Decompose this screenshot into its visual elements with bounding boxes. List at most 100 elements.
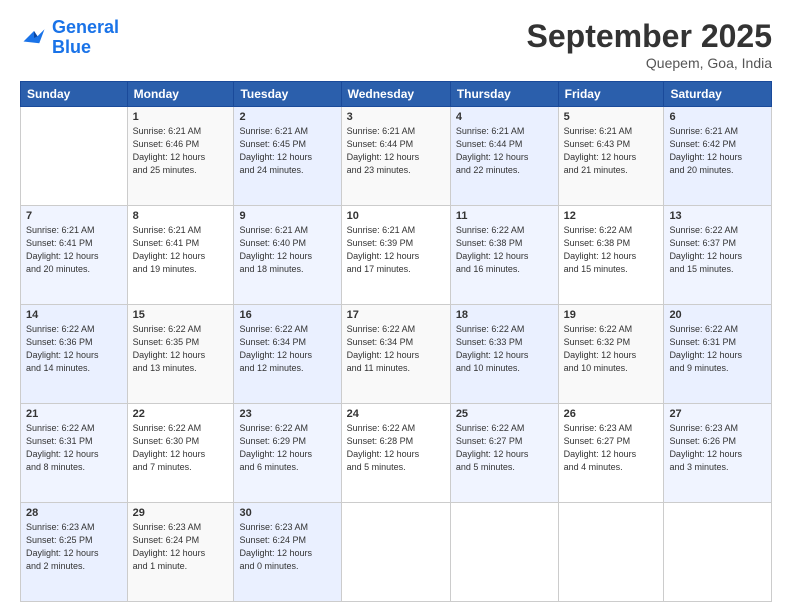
calendar-cell: 2Sunrise: 6:21 AM Sunset: 6:45 PM Daylig…	[234, 107, 341, 206]
calendar-cell: 16 Sunrise: 6:22 AM Sunset: 6:34 PM Dayli…	[234, 305, 341, 404]
day-info: Sunrise: 6:23 AM Sunset: 6:27 PM Dayligh…	[564, 422, 659, 474]
logo-line2: Blue	[52, 38, 119, 58]
day-info: Sunrise: 6:23 AM Sunset: 6:26 PM Dayligh…	[669, 422, 766, 474]
calendar-cell: 23Sunrise: 6:22 AM Sunset: 6:29 PM Dayli…	[234, 404, 341, 503]
header-friday: Friday	[558, 82, 664, 107]
day-info: Sunrise: 6:22 AM Sunset: 6:33 PM Dayligh…	[456, 323, 553, 375]
day-info: Sunrise: 6:23 AM Sunset: 6:24 PM Dayligh…	[133, 521, 229, 573]
day-info: Sunrise: 6:22 AM Sunset: 6:31 PM Dayligh…	[669, 323, 766, 375]
day-number: 29	[133, 507, 229, 519]
calendar-week-1: 7 Sunrise: 6:21 AM Sunset: 6:41 PM Daylig…	[21, 206, 772, 305]
header-saturday: Saturday	[664, 82, 772, 107]
calendar-cell	[450, 503, 558, 602]
day-info: Sunrise: 6:23 AM Sunset: 6:25 PM Dayligh…	[26, 521, 122, 573]
day-info: Sunrise: 6:22 AM Sunset: 6:29 PM Dayligh…	[239, 422, 335, 474]
day-info: Sunrise: 6:21 AM Sunset: 6:46 PM Dayligh…	[133, 125, 229, 177]
day-number: 30	[239, 507, 335, 519]
calendar-cell: 20 Sunrise: 6:22 AM Sunset: 6:31 PM Dayli…	[664, 305, 772, 404]
calendar-week-0: 1Sunrise: 6:21 AM Sunset: 6:46 PM Daylig…	[21, 107, 772, 206]
day-number: 6	[669, 111, 766, 123]
calendar-cell: 21 Sunrise: 6:22 AM Sunset: 6:31 PM Dayli…	[21, 404, 128, 503]
header-sunday: Sunday	[21, 82, 128, 107]
day-info: Sunrise: 6:21 AM Sunset: 6:40 PM Dayligh…	[239, 224, 335, 276]
day-info: Sunrise: 6:22 AM Sunset: 6:37 PM Dayligh…	[669, 224, 766, 276]
calendar-cell: 6 Sunrise: 6:21 AM Sunset: 6:42 PM Daylig…	[664, 107, 772, 206]
calendar-cell: 27 Sunrise: 6:23 AM Sunset: 6:26 PM Dayli…	[664, 404, 772, 503]
day-number: 5	[564, 111, 659, 123]
day-info: Sunrise: 6:21 AM Sunset: 6:43 PM Dayligh…	[564, 125, 659, 177]
day-info: Sunrise: 6:22 AM Sunset: 6:28 PM Dayligh…	[347, 422, 445, 474]
calendar-header-row: Sunday Monday Tuesday Wednesday Thursday…	[21, 82, 772, 107]
header-monday: Monday	[127, 82, 234, 107]
calendar-cell: 8Sunrise: 6:21 AM Sunset: 6:41 PM Daylig…	[127, 206, 234, 305]
calendar-week-2: 14 Sunrise: 6:22 AM Sunset: 6:36 PM Dayli…	[21, 305, 772, 404]
day-info: Sunrise: 6:22 AM Sunset: 6:34 PM Dayligh…	[347, 323, 445, 375]
calendar-cell	[341, 503, 450, 602]
calendar-week-3: 21 Sunrise: 6:22 AM Sunset: 6:31 PM Dayli…	[21, 404, 772, 503]
logo-line1: General	[52, 17, 119, 37]
logo: General Blue	[20, 18, 119, 58]
day-info: Sunrise: 6:22 AM Sunset: 6:32 PM Dayligh…	[564, 323, 659, 375]
calendar-cell: 11Sunrise: 6:22 AM Sunset: 6:38 PM Dayli…	[450, 206, 558, 305]
page: General Blue September 2025 Quepem, Goa,…	[0, 0, 792, 612]
day-number: 20	[669, 309, 766, 321]
calendar-cell: 5 Sunrise: 6:21 AM Sunset: 6:43 PM Daylig…	[558, 107, 664, 206]
day-number: 15	[133, 309, 229, 321]
day-number: 22	[133, 408, 229, 420]
calendar-cell: 7 Sunrise: 6:21 AM Sunset: 6:41 PM Daylig…	[21, 206, 128, 305]
day-number: 16	[239, 309, 335, 321]
day-info: Sunrise: 6:21 AM Sunset: 6:41 PM Dayligh…	[26, 224, 122, 276]
day-info: Sunrise: 6:22 AM Sunset: 6:36 PM Dayligh…	[26, 323, 122, 375]
day-number: 14	[26, 309, 122, 321]
calendar-cell: 18 Sunrise: 6:22 AM Sunset: 6:33 PM Dayli…	[450, 305, 558, 404]
day-number: 24	[347, 408, 445, 420]
location: Quepem, Goa, India	[527, 55, 772, 71]
calendar-cell: 22 Sunrise: 6:22 AM Sunset: 6:30 PM Dayli…	[127, 404, 234, 503]
day-info: Sunrise: 6:21 AM Sunset: 6:45 PM Dayligh…	[239, 125, 335, 177]
day-number: 7	[26, 210, 122, 222]
day-info: Sunrise: 6:21 AM Sunset: 6:42 PM Dayligh…	[669, 125, 766, 177]
header: General Blue September 2025 Quepem, Goa,…	[20, 18, 772, 71]
calendar-cell	[21, 107, 128, 206]
day-info: Sunrise: 6:22 AM Sunset: 6:34 PM Dayligh…	[239, 323, 335, 375]
day-number: 9	[239, 210, 335, 222]
calendar-cell: 28 Sunrise: 6:23 AM Sunset: 6:25 PM Dayli…	[21, 503, 128, 602]
title-block: September 2025 Quepem, Goa, India	[527, 18, 772, 71]
day-info: Sunrise: 6:22 AM Sunset: 6:27 PM Dayligh…	[456, 422, 553, 474]
calendar-cell	[558, 503, 664, 602]
calendar-cell: 26 Sunrise: 6:23 AM Sunset: 6:27 PM Dayli…	[558, 404, 664, 503]
day-number: 26	[564, 408, 659, 420]
day-number: 3	[347, 111, 445, 123]
calendar-cell: 24 Sunrise: 6:22 AM Sunset: 6:28 PM Dayli…	[341, 404, 450, 503]
day-number: 27	[669, 408, 766, 420]
day-number: 21	[26, 408, 122, 420]
calendar-cell: 3 Sunrise: 6:21 AM Sunset: 6:44 PM Daylig…	[341, 107, 450, 206]
day-number: 17	[347, 309, 445, 321]
day-number: 4	[456, 111, 553, 123]
day-number: 18	[456, 309, 553, 321]
day-number: 28	[26, 507, 122, 519]
day-info: Sunrise: 6:21 AM Sunset: 6:44 PM Dayligh…	[347, 125, 445, 177]
calendar-cell: 9 Sunrise: 6:21 AM Sunset: 6:40 PM Daylig…	[234, 206, 341, 305]
day-info: Sunrise: 6:22 AM Sunset: 6:38 PM Dayligh…	[456, 224, 553, 276]
calendar-cell: 12 Sunrise: 6:22 AM Sunset: 6:38 PM Dayli…	[558, 206, 664, 305]
calendar-cell: 15 Sunrise: 6:22 AM Sunset: 6:35 PM Dayli…	[127, 305, 234, 404]
day-number: 12	[564, 210, 659, 222]
day-info: Sunrise: 6:21 AM Sunset: 6:44 PM Dayligh…	[456, 125, 553, 177]
day-info: Sunrise: 6:22 AM Sunset: 6:31 PM Dayligh…	[26, 422, 122, 474]
calendar-week-4: 28 Sunrise: 6:23 AM Sunset: 6:25 PM Dayli…	[21, 503, 772, 602]
day-info: Sunrise: 6:21 AM Sunset: 6:39 PM Dayligh…	[347, 224, 445, 276]
day-info: Sunrise: 6:23 AM Sunset: 6:24 PM Dayligh…	[239, 521, 335, 573]
calendar-table: Sunday Monday Tuesday Wednesday Thursday…	[20, 81, 772, 602]
header-wednesday: Wednesday	[341, 82, 450, 107]
day-number: 8	[133, 210, 229, 222]
day-number: 25	[456, 408, 553, 420]
calendar-cell: 19Sunrise: 6:22 AM Sunset: 6:32 PM Dayli…	[558, 305, 664, 404]
calendar-cell: 4 Sunrise: 6:21 AM Sunset: 6:44 PM Daylig…	[450, 107, 558, 206]
calendar-cell: 30 Sunrise: 6:23 AM Sunset: 6:24 PM Dayli…	[234, 503, 341, 602]
day-info: Sunrise: 6:22 AM Sunset: 6:35 PM Dayligh…	[133, 323, 229, 375]
day-info: Sunrise: 6:22 AM Sunset: 6:38 PM Dayligh…	[564, 224, 659, 276]
calendar-cell: 10Sunrise: 6:21 AM Sunset: 6:39 PM Dayli…	[341, 206, 450, 305]
calendar-cell	[664, 503, 772, 602]
day-info: Sunrise: 6:22 AM Sunset: 6:30 PM Dayligh…	[133, 422, 229, 474]
